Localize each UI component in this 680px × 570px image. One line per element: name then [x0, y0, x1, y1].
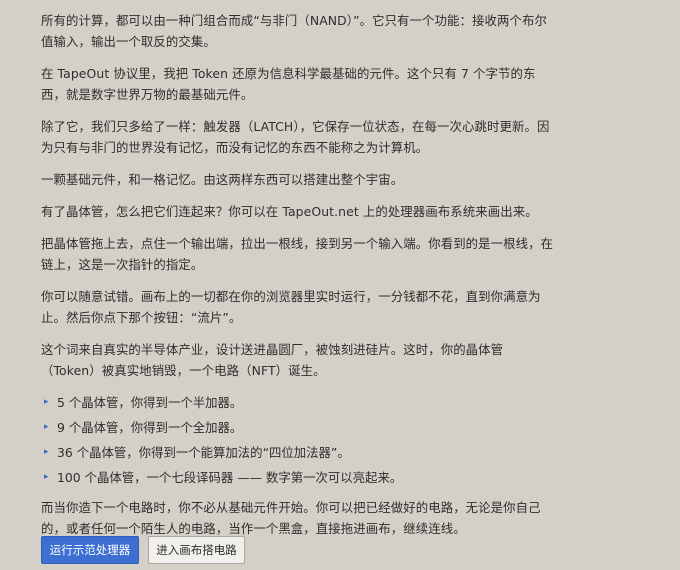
- paragraph-closing: 而当你造下一个电路时，你不必从基础元件开始。你可以把已经做好的电路，无论是你自己…: [41, 500, 541, 536]
- paragraph-tapeout: 你可以随意试错。画布上的一切都在你的浏览器里实时运行，一分钱都不花，直到你满意为…: [41, 289, 541, 325]
- list-item-text: 5 个晶体管，你得到一个半加器。: [57, 395, 243, 410]
- list-item: ▸ 36 个晶体管，你得到一个能算加法的“四位加法器”。: [41, 442, 555, 463]
- paragraph-universe: 一颗基础元件，和一格记忆。由这两样东西可以搭建出整个宇宙。: [41, 172, 404, 187]
- run-demo-processor-button[interactable]: 运行示范处理器: [41, 536, 139, 564]
- list-item: ▸ 9 个晶体管，你得到一个全加器。: [41, 417, 555, 438]
- list-item-text: 36 个晶体管，你得到一个能算加法的“四位加法器”。: [57, 445, 350, 460]
- paragraph-token: 在 TapeOut 协议里，我把 Token 还原为信息科学最基础的元件。这个只…: [41, 66, 536, 102]
- triangle-bullet-icon: ▸: [44, 397, 49, 407]
- paragraph-latch: 除了它，我们只多给了一样：触发器（LATCH），它保存一位状态，在每一次心跳时更…: [41, 119, 550, 155]
- paragraph-canvas-intro: 有了晶体管，怎么把它们连起来？你可以在 TapeOut.net 上的处理器画布系…: [41, 204, 538, 219]
- paragraph-nand: 所有的计算，都可以由一种门组合而成“与非门（NAND）”。它只有一个功能：接收两…: [41, 13, 547, 49]
- article-page: 所有的计算，都可以由一种门组合而成“与非门（NAND）”。它只有一个功能：接收两…: [0, 0, 680, 570]
- triangle-bullet-icon: ▸: [44, 472, 49, 482]
- paragraph-wiring: 把晶体管拖上去，点住一个输出端，拉出一根线，接到另一个输入端。你看到的是一根线，…: [41, 236, 554, 272]
- list-item: ▸ 100 个晶体管，一个七段译码器 —— 数字第一次可以亮起来。: [41, 467, 555, 488]
- list-item: ▸ 5 个晶体管，你得到一个半加器。: [41, 392, 555, 413]
- list-item-text: 100 个晶体管，一个七段译码器 —— 数字第一次可以亮起来。: [57, 470, 403, 485]
- article-body: 所有的计算，都可以由一种门组合而成“与非门（NAND）”。它只有一个功能：接收两…: [41, 10, 555, 550]
- triangle-bullet-icon: ▸: [44, 447, 49, 457]
- action-bar: 运行示范处理器 进入画布搭电路: [41, 536, 245, 564]
- open-canvas-button[interactable]: 进入画布搭电路: [148, 536, 245, 564]
- triangle-bullet-icon: ▸: [44, 422, 49, 432]
- paragraph-fab: 这个词来自真实的半导体产业，设计送进晶圆厂，被蚀刻进硅片。这时，你的晶体管（To…: [41, 342, 504, 378]
- list-item-text: 9 个晶体管，你得到一个全加器。: [57, 420, 243, 435]
- circuit-examples-list: ▸ 5 个晶体管，你得到一个半加器。 ▸ 9 个晶体管，你得到一个全加器。 ▸ …: [41, 392, 555, 488]
